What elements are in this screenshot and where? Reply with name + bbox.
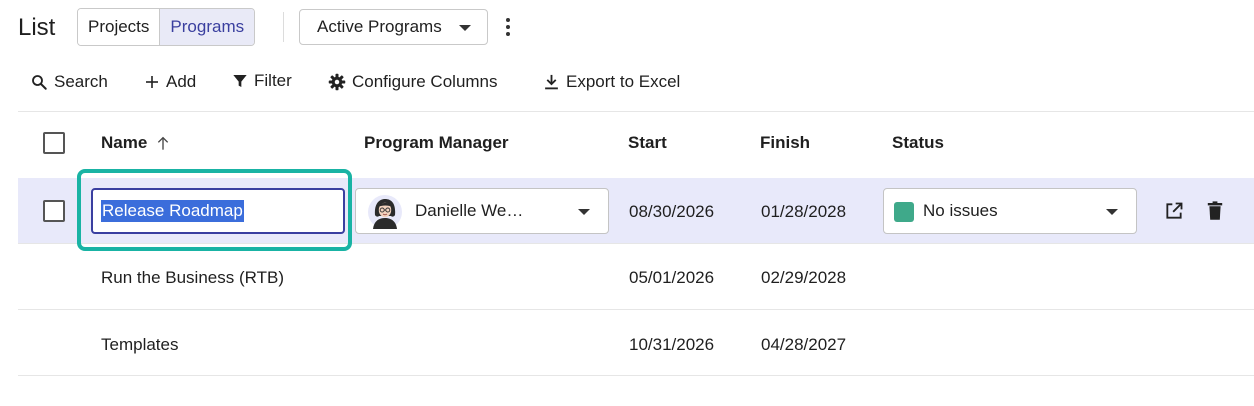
search-button[interactable]: Search	[30, 70, 108, 94]
toolbar-divider	[18, 111, 1254, 112]
arrow-up-icon[interactable]	[155, 135, 171, 151]
tab-programs[interactable]: Programs	[159, 9, 255, 45]
name-edit-input[interactable]: Release Roadmap	[91, 188, 345, 234]
start-date: 05/01/2026	[629, 268, 715, 287]
row-name[interactable]: Run the Business (RTB)	[101, 268, 284, 288]
finish-date: 02/29/2028	[761, 268, 847, 287]
column-header-name[interactable]: Name	[101, 133, 171, 153]
status-dropdown[interactable]: No issues	[883, 188, 1137, 234]
filter-label: Filter	[254, 71, 292, 90]
configure-columns-button[interactable]: Configure Columns	[328, 70, 498, 94]
add-label: Add	[166, 72, 197, 91]
column-header-status[interactable]: Status	[892, 133, 944, 153]
name-edit-value: Release Roadmap	[101, 200, 244, 222]
trash-icon[interactable]	[1205, 200, 1225, 222]
program-manager-dropdown[interactable]: Danielle We…	[355, 188, 609, 234]
filter-button[interactable]: Filter	[232, 69, 292, 93]
avatar	[368, 195, 402, 229]
finish-date: 01/28/2028	[761, 202, 847, 221]
column-header-finish[interactable]: Finish	[760, 133, 810, 153]
tab-projects[interactable]: Projects	[78, 9, 160, 45]
chevron-down-icon	[459, 25, 471, 31]
column-header-start[interactable]: Start	[628, 133, 667, 153]
column-header-manager[interactable]: Program Manager	[364, 133, 509, 153]
download-icon	[545, 74, 558, 90]
gear-icon	[328, 73, 346, 91]
row-name[interactable]: Templates	[101, 335, 178, 355]
view-dropdown[interactable]: Active Programs	[299, 9, 488, 45]
column-header-name-label: Name	[101, 133, 148, 152]
page-title: List	[18, 14, 56, 41]
plus-icon	[146, 76, 158, 88]
select-all-checkbox[interactable]	[43, 132, 65, 154]
open-in-new-icon[interactable]	[1163, 200, 1185, 222]
export-excel-button[interactable]: Export to Excel	[543, 70, 680, 94]
status-color-swatch	[894, 202, 914, 222]
start-date: 10/31/2026	[629, 335, 715, 354]
finish-date: 04/28/2027	[761, 335, 847, 354]
add-button[interactable]: Add	[144, 70, 196, 94]
status-value: No issues	[923, 201, 998, 220]
list-type-toggle: Projects Programs	[77, 8, 256, 46]
start-date: 08/30/2026	[629, 202, 715, 221]
program-manager-value: Danielle We…	[415, 201, 524, 220]
filter-icon	[233, 75, 247, 87]
export-excel-label: Export to Excel	[566, 72, 681, 91]
configure-columns-label: Configure Columns	[352, 72, 498, 91]
header-divider	[283, 12, 284, 42]
search-icon	[32, 75, 47, 90]
row-checkbox[interactable]	[43, 200, 65, 222]
chevron-down-icon	[578, 209, 590, 215]
view-dropdown-value: Active Programs	[317, 17, 442, 36]
search-label: Search	[54, 72, 108, 91]
more-options-icon[interactable]	[498, 14, 518, 40]
chevron-down-icon	[1106, 209, 1118, 215]
